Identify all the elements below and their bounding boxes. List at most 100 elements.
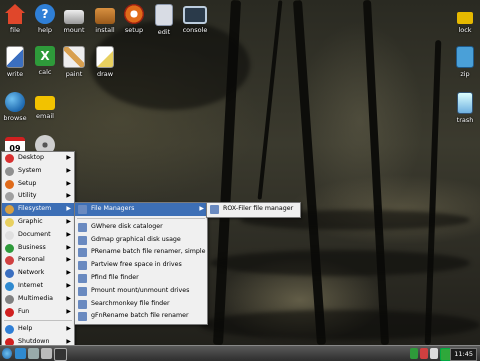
menu-item-fun[interactable]: Fun ▶ — [2, 306, 74, 319]
menu-item-label: ROX-Filer file manager — [223, 205, 294, 212]
submenu-arrow-icon: ▶ — [66, 307, 71, 315]
utility-icon — [5, 192, 14, 202]
icon-label: trash — [456, 116, 474, 124]
desktop-icon-mount[interactable]: mount — [57, 4, 91, 34]
icon-label: zip — [460, 70, 470, 78]
find-icon — [78, 273, 87, 283]
menu-item-label: Internet — [18, 281, 44, 289]
menu-item-utility[interactable]: Utility ▶ — [2, 190, 74, 203]
tree-trunk — [362, 0, 390, 345]
menu-item-label: Network — [18, 269, 45, 277]
submenu-item-searchmonkey[interactable]: Searchmonkey file finder — [75, 298, 207, 311]
desktop-icon-email[interactable]: email — [28, 92, 62, 120]
menu-item-filesystem[interactable]: Filesystem ▶ — [2, 203, 74, 216]
desktop-icon — [5, 154, 14, 163]
desktop-icon-draw[interactable]: draw — [88, 46, 122, 78]
menu-item-business[interactable]: Business ▶ — [2, 242, 74, 255]
submenu-item-partview[interactable]: Partview free space in drives — [75, 259, 207, 272]
menu-item-internet[interactable]: Internet ▶ — [2, 280, 74, 293]
submenu-arrow-icon: ▶ — [66, 325, 71, 333]
start-button-icon[interactable] — [2, 348, 12, 359]
desktop-icon-setup[interactable]: setup — [117, 4, 151, 34]
submenu-item-gwhere[interactable]: GWhere disk cataloger — [75, 221, 207, 234]
icon-label: console — [182, 26, 208, 34]
submenu-arrow-icon: ▶ — [66, 166, 71, 174]
terminal-launcher-icon[interactable] — [54, 348, 67, 361]
submenu-item-pfind[interactable]: Pfind file finder — [75, 272, 207, 285]
menu-item-desktop[interactable]: Desktop ▶ — [2, 152, 74, 165]
submenu-item-pmount[interactable]: Pmount mount/unmount drives — [75, 285, 207, 298]
menu-item-label: gFnRename batch file renamer — [91, 312, 189, 320]
menu-item-system[interactable]: System ▶ — [2, 165, 74, 178]
icon-label: edit — [157, 28, 171, 36]
graphic-icon — [5, 217, 14, 227]
menu-item-label: Help — [18, 325, 33, 333]
network-icon — [5, 269, 14, 279]
icon-label: email — [36, 112, 54, 120]
tree-trunk — [424, 39, 442, 346]
settings-icon — [124, 4, 144, 24]
submenu-arrow-icon: ▶ — [66, 205, 71, 213]
menu-item-label: Personal — [18, 256, 45, 264]
submenu-item-gdmap[interactable]: Gdmap graphical disk usage — [75, 234, 207, 247]
home-icon — [5, 4, 25, 24]
subsubmenu-item-rox-filer[interactable]: ROX-Filer file manager — [207, 203, 300, 216]
menu-item-label: Multimedia — [18, 294, 54, 302]
menu-item-label: Setup — [18, 179, 37, 187]
tray-icon[interactable] — [420, 348, 428, 359]
menu-item-label: Utility — [18, 192, 37, 200]
text-editor-icon — [155, 4, 173, 26]
desktop-toggle-icon[interactable] — [28, 348, 39, 359]
menu-item-setup[interactable]: Setup ▶ — [2, 178, 74, 191]
archive-icon — [456, 46, 474, 68]
menu-separator — [4, 320, 72, 322]
network-tray-icon[interactable] — [410, 348, 418, 359]
browser-launcher-icon[interactable] — [15, 348, 26, 359]
submenu-item-gfnrename[interactable]: gFnRename batch file renamer — [75, 310, 207, 323]
icon-label: lock — [458, 26, 472, 34]
clock[interactable]: 11:45 — [450, 348, 477, 361]
package-icon — [95, 8, 115, 24]
tree-trunk — [292, 0, 327, 345]
file-manager-launcher-icon[interactable] — [41, 348, 52, 359]
desktop-icon-paint[interactable]: paint — [57, 46, 91, 78]
volume-tray-icon[interactable] — [430, 348, 438, 359]
icon-label: mount — [63, 26, 85, 34]
menu-item-label: Document — [18, 230, 51, 238]
icon-label: setup — [124, 26, 144, 34]
submenu-item-file[interactable]: File Managers ▶ — [75, 203, 207, 216]
desktop-icon-edit[interactable]: edit — [147, 4, 181, 36]
fnrename-icon — [78, 312, 87, 322]
folder-icon — [5, 205, 14, 215]
menu-item-help[interactable]: Help ▶ — [2, 323, 74, 336]
main-menu: Desktop ▶ System ▶ Setup ▶ Utility ▶ Filesystem ▶… — [1, 151, 75, 348]
disk-usage-icon — [78, 235, 87, 245]
menu-item-network[interactable]: Network ▶ — [2, 267, 74, 280]
menu-item-label: Gdmap graphical disk usage — [91, 235, 181, 243]
envelope-icon — [35, 96, 55, 110]
menu-item-label: Searchmonkey file finder — [91, 299, 170, 307]
icon-label: paint — [65, 70, 83, 78]
menu-item-label: Business — [18, 243, 46, 251]
submenu-arrow-icon: ▶ — [66, 294, 71, 302]
personal-icon — [5, 256, 14, 266]
catalog-icon — [78, 222, 87, 232]
menu-item-multimedia[interactable]: Multimedia ▶ — [2, 293, 74, 306]
rename-icon — [78, 248, 87, 258]
menu-item-document[interactable]: Document ▶ — [2, 229, 74, 242]
system-icon — [5, 166, 14, 176]
desktop-icon-console[interactable]: console — [178, 4, 212, 34]
internet-icon — [5, 281, 14, 291]
menu-item-graphic[interactable]: Graphic ▶ — [2, 216, 74, 229]
paint-icon — [63, 46, 85, 68]
desktop-icon-zip[interactable]: zip — [448, 46, 480, 78]
multimedia-icon — [5, 294, 14, 304]
submenu-arrow-icon: ▶ — [66, 243, 71, 251]
desktop-icon-lock[interactable]: lock — [448, 4, 480, 34]
spreadsheet-icon: X — [35, 46, 55, 66]
drive-icon — [64, 10, 84, 24]
fun-icon — [5, 307, 14, 317]
desktop-icon-trash[interactable]: trash — [448, 92, 480, 124]
menu-item-personal[interactable]: Personal ▶ — [2, 254, 74, 267]
submenu-item-prename[interactable]: PRename batch file renamer, simple — [75, 246, 207, 259]
